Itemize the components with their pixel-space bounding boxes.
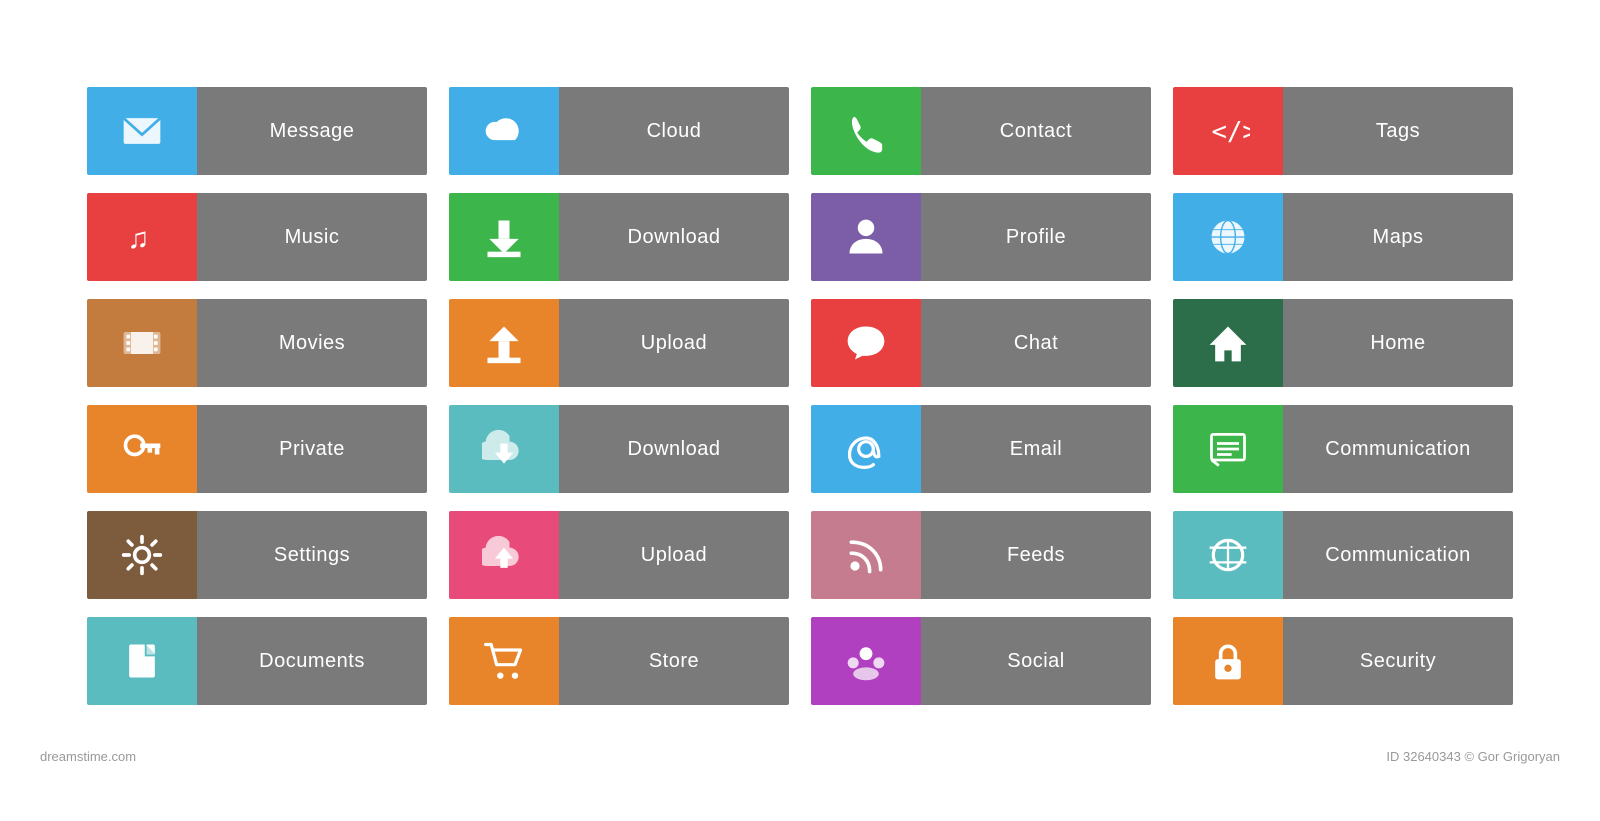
tile-message[interactable]: Message bbox=[87, 87, 427, 175]
download2-label: Download bbox=[559, 405, 789, 493]
tile-private[interactable]: Private bbox=[87, 405, 427, 493]
tags-label: Tags bbox=[1283, 87, 1513, 175]
cloud-label: Cloud bbox=[559, 87, 789, 175]
tile-social[interactable]: Social bbox=[811, 617, 1151, 705]
footer: dreamstime.com ID 32640343 © Gor Grigory… bbox=[0, 745, 1600, 774]
email-label: Email bbox=[921, 405, 1151, 493]
tile-profile[interactable]: Profile bbox=[811, 193, 1151, 281]
upload2-label: Upload bbox=[559, 511, 789, 599]
tile-communication2[interactable]: Communication bbox=[1173, 511, 1513, 599]
chat-icon bbox=[811, 299, 921, 387]
store-label: Store bbox=[559, 617, 789, 705]
tile-chat[interactable]: Chat bbox=[811, 299, 1151, 387]
attribution-text: ID 32640343 © Gor Grigoryan bbox=[1386, 749, 1560, 764]
tile-store[interactable]: Store bbox=[449, 617, 789, 705]
email-icon bbox=[811, 405, 921, 493]
communication2-label: Communication bbox=[1283, 511, 1513, 599]
communication2-icon bbox=[1173, 511, 1283, 599]
tile-maps[interactable]: Maps bbox=[1173, 193, 1513, 281]
store-icon bbox=[449, 617, 559, 705]
security-label: Security bbox=[1283, 617, 1513, 705]
movies-icon bbox=[87, 299, 197, 387]
security-icon bbox=[1173, 617, 1283, 705]
upload1-label: Upload bbox=[559, 299, 789, 387]
social-label: Social bbox=[921, 617, 1151, 705]
feeds-label: Feeds bbox=[921, 511, 1151, 599]
tile-download2[interactable]: Download bbox=[449, 405, 789, 493]
social-icon bbox=[811, 617, 921, 705]
tags-icon: </> bbox=[1173, 87, 1283, 175]
tile-feeds[interactable]: Feeds bbox=[811, 511, 1151, 599]
contact-label: Contact bbox=[921, 87, 1151, 175]
music-label: Music bbox=[197, 193, 427, 281]
message-icon bbox=[87, 87, 197, 175]
settings-label: Settings bbox=[197, 511, 427, 599]
tile-contact[interactable]: Contact bbox=[811, 87, 1151, 175]
tile-settings[interactable]: Settings bbox=[87, 511, 427, 599]
tile-download1[interactable]: Download bbox=[449, 193, 789, 281]
tile-home[interactable]: Home bbox=[1173, 299, 1513, 387]
tile-security[interactable]: Security bbox=[1173, 617, 1513, 705]
maps-icon bbox=[1173, 193, 1283, 281]
tile-email[interactable]: Email bbox=[811, 405, 1151, 493]
settings-icon bbox=[87, 511, 197, 599]
communication1-label: Communication bbox=[1283, 405, 1513, 493]
tile-communication1[interactable]: Communication bbox=[1173, 405, 1513, 493]
tile-upload2[interactable]: Upload bbox=[449, 511, 789, 599]
cloud-icon bbox=[449, 87, 559, 175]
contact-icon bbox=[811, 87, 921, 175]
watermark-text: dreamstime.com bbox=[40, 749, 136, 764]
private-icon bbox=[87, 405, 197, 493]
feeds-icon bbox=[811, 511, 921, 599]
download2-icon bbox=[449, 405, 559, 493]
svg-text:♫: ♫ bbox=[127, 222, 149, 255]
maps-label: Maps bbox=[1283, 193, 1513, 281]
svg-text:</>: </> bbox=[1212, 117, 1251, 147]
chat-label: Chat bbox=[921, 299, 1151, 387]
profile-icon bbox=[811, 193, 921, 281]
profile-label: Profile bbox=[921, 193, 1151, 281]
home-icon bbox=[1173, 299, 1283, 387]
message-label: Message bbox=[197, 87, 427, 175]
tile-grid: Message Cloud Contact </> Tags ♫ Music Download… bbox=[47, 47, 1553, 745]
upload1-icon bbox=[449, 299, 559, 387]
tile-tags[interactable]: </> Tags bbox=[1173, 87, 1513, 175]
download1-label: Download bbox=[559, 193, 789, 281]
communication1-icon bbox=[1173, 405, 1283, 493]
documents-icon bbox=[87, 617, 197, 705]
upload2-icon bbox=[449, 511, 559, 599]
tile-documents[interactable]: Documents bbox=[87, 617, 427, 705]
private-label: Private bbox=[197, 405, 427, 493]
tile-upload1[interactable]: Upload bbox=[449, 299, 789, 387]
movies-label: Movies bbox=[197, 299, 427, 387]
home-label: Home bbox=[1283, 299, 1513, 387]
music-icon: ♫ bbox=[87, 193, 197, 281]
download1-icon bbox=[449, 193, 559, 281]
documents-label: Documents bbox=[197, 617, 427, 705]
tile-movies[interactable]: Movies bbox=[87, 299, 427, 387]
tile-music[interactable]: ♫ Music bbox=[87, 193, 427, 281]
tile-cloud[interactable]: Cloud bbox=[449, 87, 789, 175]
